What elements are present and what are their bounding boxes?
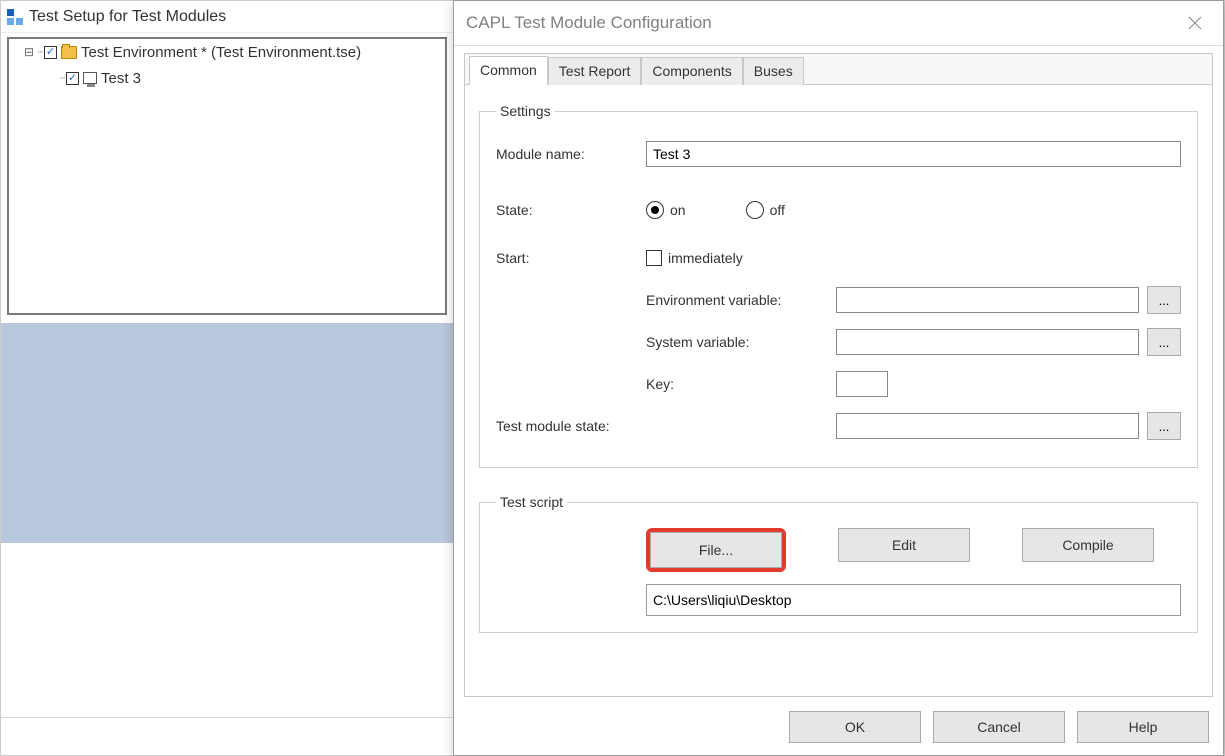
settings-group: Settings Module name: State: on off Star…	[479, 103, 1198, 468]
tree-child-label: Test 3	[101, 70, 141, 87]
dialog-titlebar: CAPL Test Module Configuration	[454, 1, 1223, 46]
script-path-input[interactable]	[646, 584, 1181, 616]
sys-var-label: System variable:	[646, 334, 836, 350]
tree-root[interactable]: ⊟ ··· ✓ Test Environment * (Test Environ…	[9, 39, 445, 65]
checkbox-icon[interactable]: ✓	[44, 46, 57, 59]
key-input[interactable]	[836, 371, 888, 397]
expander-icon[interactable]: ⊟	[23, 45, 35, 59]
bg-title: Test Setup for Test Modules	[29, 8, 226, 26]
immediately-checkbox[interactable]	[646, 250, 662, 266]
close-button[interactable]	[1179, 7, 1211, 39]
cancel-button[interactable]: Cancel	[933, 711, 1065, 743]
tms-browse-button[interactable]: ...	[1147, 412, 1181, 440]
tms-input[interactable]	[836, 413, 1139, 439]
tab-buses[interactable]: Buses	[743, 57, 804, 85]
tree-child[interactable]: ··· ✓ Test 3	[9, 65, 445, 91]
state-on-label: on	[670, 202, 686, 218]
close-icon	[1188, 16, 1202, 30]
help-button[interactable]: Help	[1077, 711, 1209, 743]
env-var-label: Environment variable:	[646, 292, 836, 308]
key-label: Key:	[646, 376, 836, 392]
folder-icon	[61, 46, 77, 59]
module-name-label: Module name:	[496, 146, 646, 162]
test-script-legend: Test script	[496, 494, 567, 510]
state-label: State:	[496, 202, 646, 218]
state-off-label: off	[770, 202, 785, 218]
start-label: Start:	[496, 250, 646, 266]
file-button-highlight: File...	[646, 528, 786, 572]
settings-legend: Settings	[496, 103, 555, 119]
tab-test-report[interactable]: Test Report	[548, 57, 642, 85]
tab-common-content: Settings Module name: State: on off Star…	[465, 84, 1212, 696]
env-var-browse-button[interactable]: ...	[1147, 286, 1181, 314]
state-on-radio[interactable]	[646, 201, 664, 219]
module-name-input[interactable]	[646, 141, 1181, 167]
tab-bar: Common Test Report Components Buses	[465, 54, 1212, 84]
compile-button[interactable]: Compile	[1022, 528, 1154, 562]
immediately-label: immediately	[668, 250, 743, 266]
sys-var-browse-button[interactable]: ...	[1147, 328, 1181, 356]
tms-label: Test module state:	[496, 418, 646, 434]
file-button[interactable]: File...	[650, 532, 782, 568]
tab-common[interactable]: Common	[469, 56, 548, 85]
env-var-input[interactable]	[836, 287, 1139, 313]
dialog-body: Common Test Report Components Buses Sett…	[464, 53, 1213, 697]
ok-button[interactable]: OK	[789, 711, 921, 743]
module-icon	[83, 72, 97, 84]
test-script-group: Test script File... Edit Compile	[479, 494, 1198, 633]
sys-var-input[interactable]	[836, 329, 1139, 355]
dialog-title: CAPL Test Module Configuration	[466, 13, 1179, 33]
checkbox-icon[interactable]: ✓	[66, 72, 79, 85]
dialog-footer: OK Cancel Help	[454, 699, 1223, 755]
edit-button[interactable]: Edit	[838, 528, 970, 562]
app-icon	[7, 9, 23, 25]
state-off-radio[interactable]	[746, 201, 764, 219]
tab-components[interactable]: Components	[641, 57, 742, 85]
test-tree[interactable]: ⊟ ··· ✓ Test Environment * (Test Environ…	[7, 37, 447, 315]
capl-config-dialog: CAPL Test Module Configuration Common Te…	[453, 0, 1224, 756]
tree-root-label: Test Environment * (Test Environment.tse…	[81, 44, 361, 61]
